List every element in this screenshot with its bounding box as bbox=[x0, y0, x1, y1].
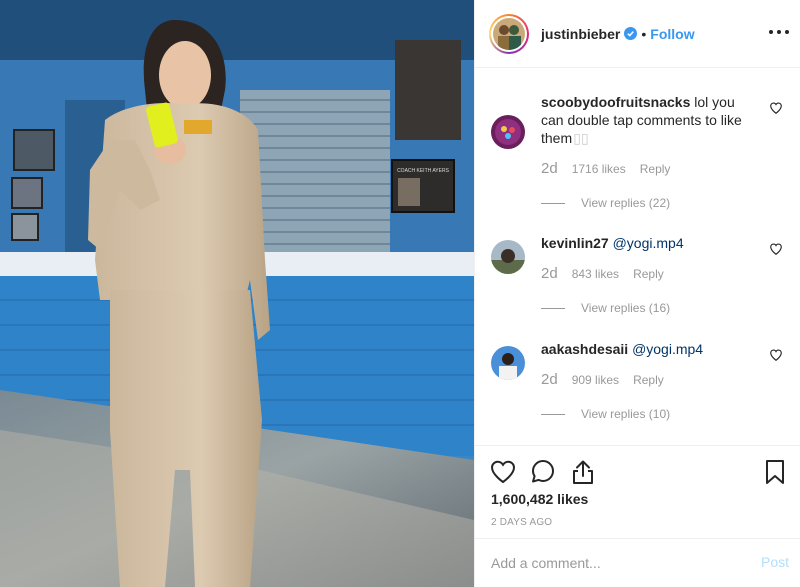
view-replies-button[interactable]: View replies (16) bbox=[541, 301, 670, 315]
comment-body: scoobydoofruitsnacks lol you can double … bbox=[541, 93, 761, 147]
view-replies-label: View replies (10) bbox=[581, 407, 671, 421]
comment-emoji: ▯▯ bbox=[572, 130, 589, 146]
view-replies-line bbox=[541, 202, 565, 204]
add-comment-input[interactable] bbox=[491, 553, 741, 573]
comment-likes[interactable]: 909 likes bbox=[572, 373, 619, 387]
comment-meta: 2d 909 likes Reply bbox=[541, 371, 664, 388]
comment-mention[interactable]: @yogi.mp4 bbox=[632, 341, 703, 357]
comment-meta: 2d 1716 likes Reply bbox=[541, 160, 670, 177]
view-replies-label: View replies (22) bbox=[581, 196, 671, 210]
post-photo-illustration: COACH KEITH AYERS bbox=[0, 0, 474, 587]
photo-sign-text: COACH KEITH AYERS bbox=[397, 168, 450, 174]
bookmark-icon[interactable] bbox=[761, 458, 789, 486]
more-options-icon[interactable] bbox=[769, 22, 789, 42]
post-date[interactable]: 2 DAYS AGO bbox=[491, 517, 552, 528]
view-replies-button[interactable]: View replies (22) bbox=[541, 196, 670, 210]
view-replies-line bbox=[541, 413, 565, 415]
view-replies-label: View replies (16) bbox=[581, 301, 671, 315]
reply-button[interactable]: Reply bbox=[633, 267, 664, 281]
commenter-avatar[interactable] bbox=[491, 240, 525, 274]
comment-likes[interactable]: 1716 likes bbox=[572, 162, 626, 176]
comments-list: scoobydoofruitsnacks lol you can double … bbox=[475, 69, 800, 445]
comment-mention[interactable]: @yogi.mp4 bbox=[613, 235, 684, 251]
instagram-post: COACH KEITH AYERS justinbieber • Follow … bbox=[0, 0, 800, 587]
comment-age[interactable]: 2d bbox=[541, 160, 558, 177]
header-separator: • bbox=[641, 25, 647, 42]
comment-likes[interactable]: 843 likes bbox=[572, 267, 619, 281]
post-photo[interactable]: COACH KEITH AYERS bbox=[0, 0, 474, 587]
reply-button[interactable]: Reply bbox=[633, 373, 664, 387]
add-comment-bar: Post bbox=[475, 538, 800, 587]
comment-age[interactable]: 2d bbox=[541, 371, 558, 388]
view-replies-line bbox=[541, 307, 565, 309]
comment-icon[interactable] bbox=[529, 458, 557, 486]
view-replies-button[interactable]: View replies (10) bbox=[541, 407, 670, 421]
verified-badge-icon bbox=[624, 27, 638, 40]
comment-like-heart-icon[interactable] bbox=[769, 242, 783, 256]
commenter-avatar[interactable] bbox=[491, 115, 525, 149]
post-comment-button[interactable]: Post bbox=[761, 554, 789, 570]
comment-username[interactable]: kevinlin27 bbox=[541, 235, 609, 251]
comment-username[interactable]: scoobydoofruitsnacks bbox=[541, 94, 690, 110]
comment-like-heart-icon[interactable] bbox=[769, 348, 783, 362]
post-actions: 1,600,482 likes 2 DAYS AGO bbox=[475, 445, 800, 528]
comment-age[interactable]: 2d bbox=[541, 265, 558, 282]
post-side-panel: justinbieber • Follow scoobydoofruitsnac… bbox=[474, 0, 800, 587]
comment-like-heart-icon[interactable] bbox=[769, 101, 783, 115]
reply-button[interactable]: Reply bbox=[640, 162, 671, 176]
share-icon[interactable] bbox=[569, 458, 597, 486]
comment-username[interactable]: aakashdesaii bbox=[541, 341, 628, 357]
author-avatar-image bbox=[493, 17, 525, 50]
comment-body: aakashdesaii @yogi.mp4 bbox=[541, 340, 761, 358]
post-header: justinbieber • Follow bbox=[475, 0, 800, 68]
comment-body: kevinlin27 @yogi.mp4 bbox=[541, 234, 761, 252]
author-avatar[interactable] bbox=[489, 13, 529, 54]
comment-meta: 2d 843 likes Reply bbox=[541, 265, 664, 282]
commenter-avatar[interactable] bbox=[491, 346, 525, 380]
follow-button[interactable]: Follow bbox=[650, 26, 694, 42]
heart-icon[interactable] bbox=[489, 458, 517, 486]
author-username[interactable]: justinbieber bbox=[541, 26, 620, 42]
action-icon-row bbox=[489, 458, 789, 486]
post-likes-count[interactable]: 1,600,482 likes bbox=[491, 491, 588, 507]
